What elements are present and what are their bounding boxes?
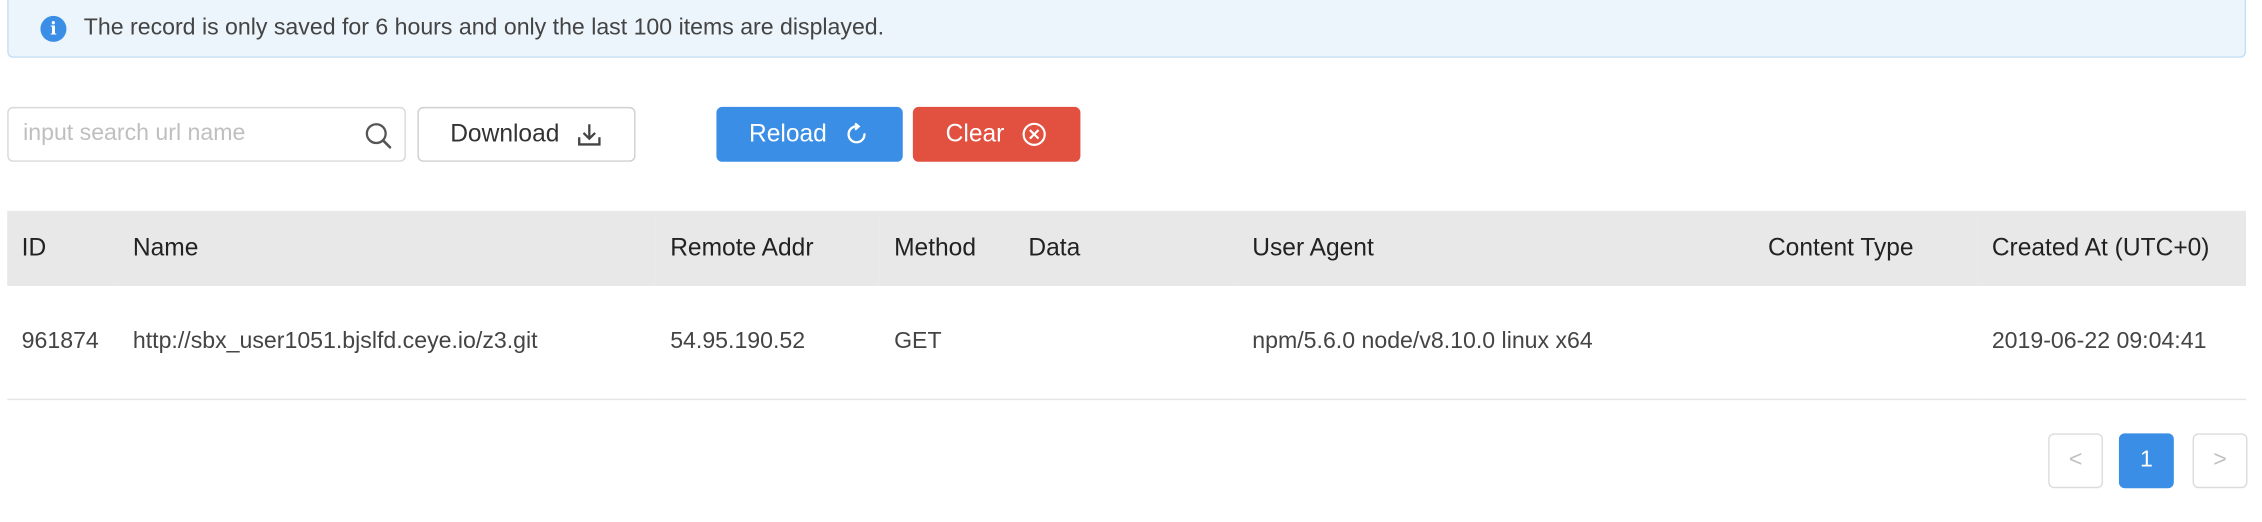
search-box: [7, 106, 406, 162]
info-alert: i The record is only saved for 6 hours a…: [7, 0, 2247, 58]
table-header-row: ID Name Remote Addr Method Data User Age…: [7, 210, 2247, 286]
cell-remote-addr: 54.95.190.52: [655, 285, 880, 400]
table-row: 961874 http://sbx_user1051.bjslfd.ceye.i…: [7, 285, 2247, 400]
column-header-content-type: Content Type: [1753, 210, 1978, 286]
clear-label: Clear: [945, 119, 1005, 148]
reload-label: Reload: [749, 119, 827, 148]
info-icon: i: [40, 15, 67, 42]
cell-content-type: [1753, 285, 1978, 400]
cell-created-at: 2019-06-22 09:04:41: [1977, 285, 2247, 400]
pagination-prev-button[interactable]: <: [2048, 433, 2104, 489]
refresh-icon: [848, 122, 867, 144]
clear-button[interactable]: Clear: [912, 106, 1081, 162]
pagination-next-button[interactable]: >: [2192, 433, 2248, 489]
column-header-remote-addr: Remote Addr: [655, 210, 880, 286]
search-input[interactable]: [8, 108, 341, 161]
page: i The record is only saved for 6 hours a…: [0, 0, 2262, 521]
column-header-name: Name: [118, 210, 656, 286]
cell-method: GET: [879, 285, 1014, 400]
pagination-page-button[interactable]: 1: [2118, 433, 2174, 489]
download-button[interactable]: Download: [417, 106, 636, 162]
reload-button[interactable]: Reload: [716, 106, 903, 162]
search-icon[interactable]: [364, 121, 393, 150]
download-label: Download: [450, 119, 560, 148]
close-circle-icon: [1023, 122, 1047, 146]
download-icon: [578, 124, 602, 146]
column-header-user-agent: User Agent: [1237, 210, 1754, 286]
alert-message: The record is only saved for 6 hours and…: [83, 15, 885, 41]
chevron-right-icon: >: [2213, 447, 2227, 473]
page-number: 1: [2139, 447, 2153, 473]
cell-name: http://sbx_user1051.bjslfd.ceye.io/z3.gi…: [118, 285, 656, 400]
cell-data: [1013, 285, 1238, 400]
cell-id: 961874: [7, 285, 119, 400]
chevron-left-icon: <: [2068, 447, 2083, 473]
column-header-data: Data: [1013, 210, 1238, 286]
column-header-id: ID: [7, 210, 119, 286]
cell-user-agent: npm/5.6.0 node/v8.10.0 linux x64: [1237, 285, 1754, 400]
column-header-created-at: Created At (UTC+0): [1977, 210, 2247, 286]
column-header-method: Method: [879, 210, 1014, 286]
records-table: ID Name Remote Addr Method Data User Age…: [7, 210, 2247, 400]
